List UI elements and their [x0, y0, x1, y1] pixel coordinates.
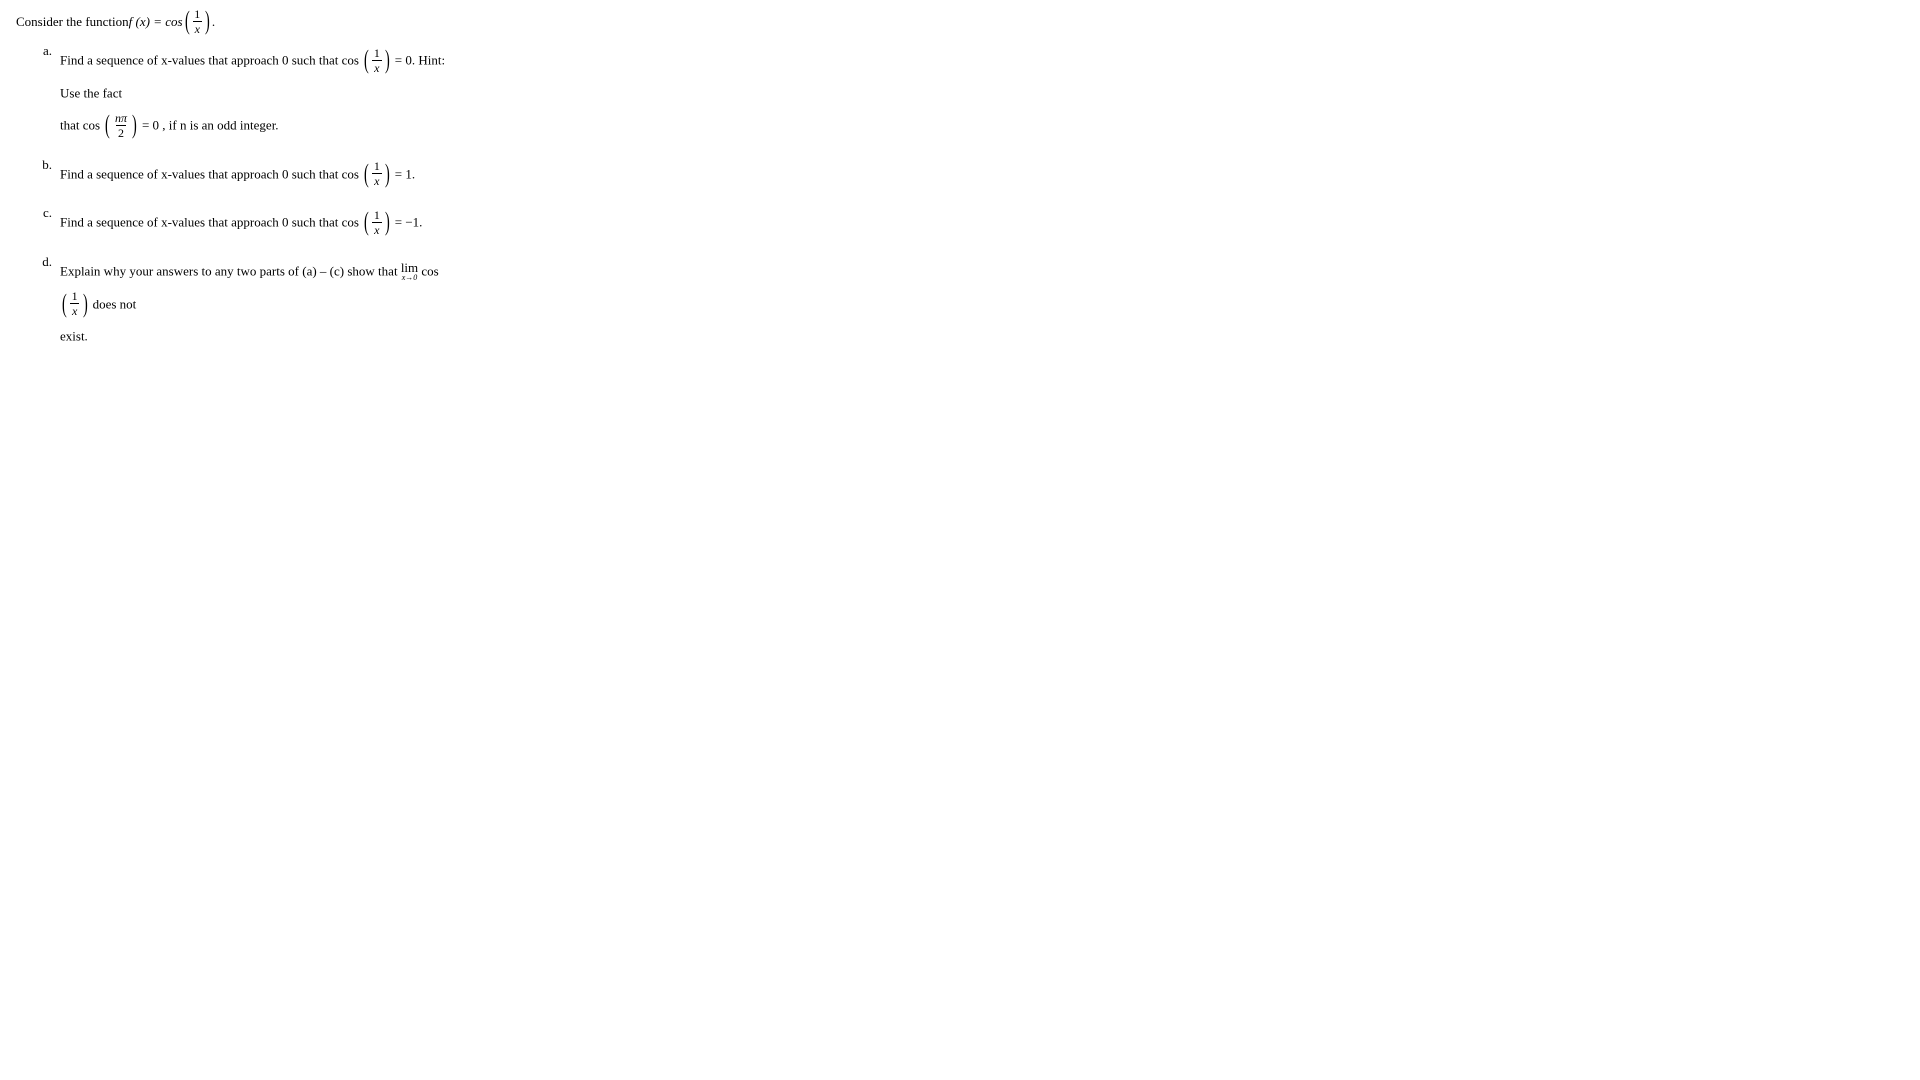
c-cos: cos: [342, 215, 359, 230]
item-c: c. Find a sequence of x-values that appr…: [40, 205, 460, 238]
intro-line: Consider the function f (x) = cos ( 1 x …: [16, 8, 1904, 35]
b-frac-num: 1: [372, 160, 382, 173]
item-a: a. Find a sequence of x-values that appr…: [40, 43, 460, 141]
a-text2: that: [60, 118, 83, 133]
a-text3: , if n is an odd integer.: [162, 118, 278, 133]
d-frac-num: 1: [70, 290, 80, 303]
a-eq0b: = 0: [142, 118, 159, 133]
b-eq: = 1.: [395, 166, 415, 181]
a-frac2: ( nπ 2 ): [103, 112, 138, 139]
b-frac-den: x: [372, 173, 381, 187]
a-frac1: ( 1 x ): [362, 47, 391, 74]
d-text2: does not: [93, 296, 137, 311]
a-eq0: = 0.: [395, 52, 415, 67]
c-frac-den: x: [372, 222, 381, 236]
intro-suffix: .: [212, 14, 215, 30]
a-frac2-den: 2: [116, 125, 126, 139]
content-c: Find a sequence of x-values that approac…: [60, 205, 460, 238]
c-text1: Find a sequence of x-values that approac…: [60, 215, 342, 230]
c-frac-num: 1: [372, 209, 382, 222]
d-cos: cos: [421, 263, 438, 278]
c-frac: ( 1 x ): [362, 209, 391, 236]
item-d: d. Explain why your answers to any two p…: [40, 254, 460, 352]
a-text1: Find a sequence of x-values that approac…: [60, 52, 342, 67]
marker-a: a.: [40, 43, 60, 141]
intro-fraction-group: ( 1 x ): [183, 8, 212, 35]
marker-b: b.: [40, 157, 60, 190]
intro-prefix: Consider the function: [16, 14, 129, 30]
a-frac1-den: x: [372, 60, 381, 74]
marker-d: d.: [40, 254, 60, 352]
b-text1: Find a sequence of x-values that approac…: [60, 166, 342, 181]
d-limsub: x→0: [402, 274, 418, 282]
d-lim: lim: [401, 261, 418, 274]
intro-fx: f (x) = cos: [129, 14, 183, 30]
d-frac: ( 1 x ): [60, 290, 89, 317]
d-text3: exist.: [60, 329, 88, 344]
b-frac: ( 1 x ): [362, 160, 391, 187]
intro-frac-num: 1: [192, 8, 202, 21]
d-limit: lim x→0: [401, 261, 418, 282]
a-cos2: cos: [83, 118, 100, 133]
content-d: Explain why your answers to any two part…: [60, 254, 460, 352]
marker-c: c.: [40, 205, 60, 238]
b-cos: cos: [342, 166, 359, 181]
item-b: b. Find a sequence of x-values that appr…: [40, 157, 460, 190]
a-frac1-num: 1: [372, 47, 382, 60]
a-cos1: cos: [342, 52, 359, 67]
intro-frac-den: x: [193, 21, 202, 35]
d-frac-den: x: [70, 303, 79, 317]
content-b: Find a sequence of x-values that approac…: [60, 157, 460, 190]
d-text1: Explain why your answers to any two part…: [60, 263, 401, 278]
question-list: a. Find a sequence of x-values that appr…: [40, 43, 1904, 352]
content-a: Find a sequence of x-values that approac…: [60, 43, 460, 141]
c-eq: = −1.: [395, 215, 423, 230]
a-frac2-num: nπ: [113, 112, 129, 125]
